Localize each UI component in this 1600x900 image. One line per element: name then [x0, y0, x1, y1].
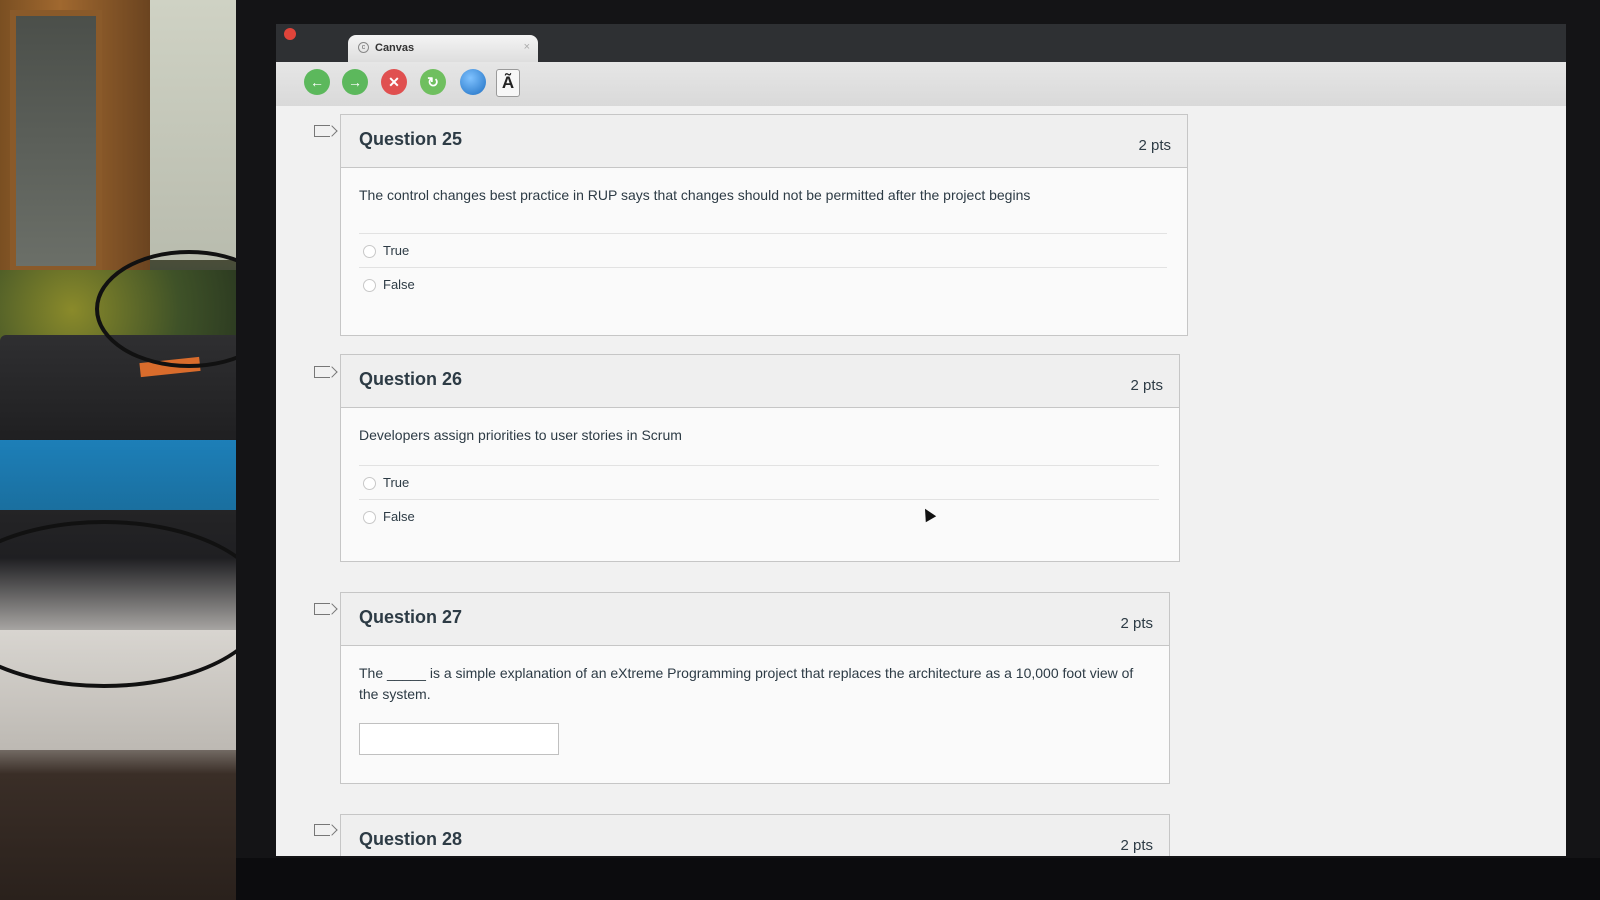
question-title: Question 27	[359, 607, 463, 627]
question-card: Question 27 2 pts The _____ is a simple …	[340, 592, 1170, 784]
stop-icon[interactable]: ✕	[381, 69, 407, 95]
flag-question-icon[interactable]	[314, 366, 330, 378]
back-arrow-icon[interactable]: ←	[304, 69, 330, 95]
browser-window: c Canvas × ← → ✕ ↻ Ã Question 25 2 pts T…	[276, 24, 1566, 856]
answer-option[interactable]: False	[359, 267, 1167, 302]
radio-button[interactable]	[363, 511, 376, 524]
radio-button[interactable]	[363, 279, 376, 292]
answer-option[interactable]: True	[359, 233, 1167, 268]
quiz-content: Question 25 2 pts The control changes be…	[276, 106, 1566, 856]
question-title: Question 28	[359, 829, 463, 849]
question-text: The _____ is a simple explanation of an …	[359, 665, 1134, 702]
door-frame	[0, 0, 150, 300]
window-close-button[interactable]	[284, 28, 296, 40]
question-points: 2 pts	[1120, 837, 1153, 854]
fill-in-blank-input[interactable]	[359, 723, 559, 755]
question-text: The control changes best practice in RUP…	[359, 187, 1031, 203]
question-title: Question 26	[359, 369, 463, 389]
radio-button[interactable]	[363, 477, 376, 490]
question-title: Question 25	[359, 129, 463, 149]
question-points: 2 pts	[1120, 615, 1153, 632]
question-header: Question 28 2 pts	[341, 815, 1169, 856]
answer-label: True	[383, 243, 410, 258]
font-size-button[interactable]: Ã	[496, 69, 520, 97]
flag-question-icon[interactable]	[314, 125, 330, 137]
toolbar: ← → ✕ ↻ Ã	[276, 62, 1566, 107]
question-points: 2 pts	[1138, 137, 1171, 154]
wall	[150, 0, 240, 260]
background-room	[0, 0, 283, 900]
door-glass	[10, 10, 102, 272]
canvas-favicon-icon: c	[358, 42, 369, 53]
browser-tab[interactable]: c Canvas ×	[348, 35, 538, 62]
answer-option[interactable]: False	[359, 499, 1159, 534]
question-card: Question 26 2 pts Developers assign prio…	[340, 354, 1180, 562]
question-header: Question 26 2 pts	[341, 355, 1179, 408]
question-points: 2 pts	[1130, 377, 1163, 394]
question-text: Developers assign priorities to user sto…	[359, 427, 682, 443]
tab-close-icon[interactable]: ×	[524, 41, 530, 53]
answer-option[interactable]: True	[359, 465, 1159, 500]
radio-button[interactable]	[363, 245, 376, 258]
reload-icon[interactable]: ↻	[420, 69, 446, 95]
flag-question-icon[interactable]	[314, 824, 330, 836]
question-card: Question 28 2 pts	[340, 814, 1170, 856]
question-header: Question 25 2 pts	[341, 115, 1187, 168]
globe-icon[interactable]	[460, 69, 486, 95]
tab-title: Canvas	[375, 42, 415, 54]
blue-surface	[0, 440, 240, 510]
flag-question-icon[interactable]	[314, 603, 330, 615]
question-header: Question 27 2 pts	[341, 593, 1169, 646]
answer-label: False	[383, 277, 415, 292]
forward-arrow-icon[interactable]: →	[342, 69, 368, 95]
laptop-bezel-bottom	[236, 858, 1600, 900]
answer-label: True	[383, 475, 410, 490]
title-bar: c Canvas ×	[276, 24, 1566, 62]
answer-label: False	[383, 509, 415, 524]
question-card: Question 25 2 pts The control changes be…	[340, 114, 1188, 336]
